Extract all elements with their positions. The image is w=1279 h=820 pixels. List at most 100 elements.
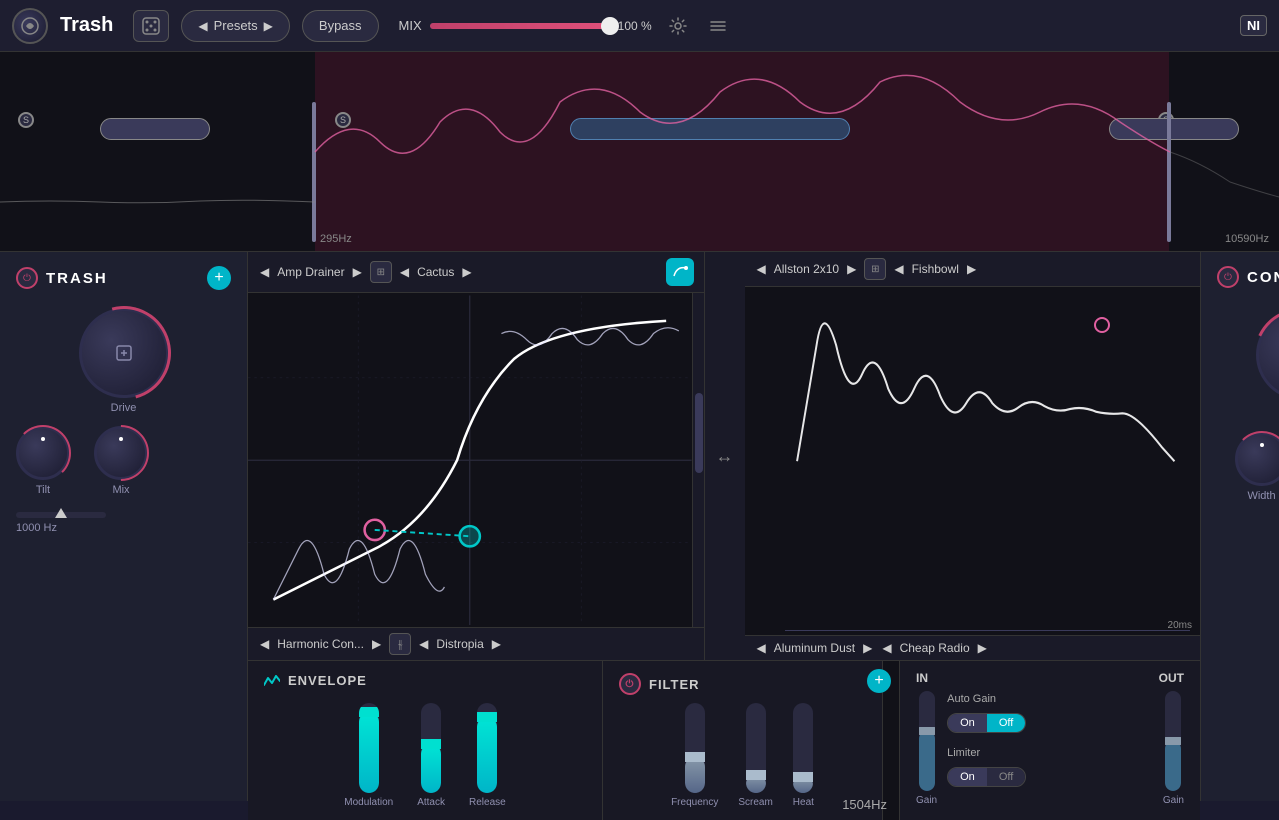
filter-title: FILTER: [649, 677, 700, 692]
envelope-icon: [264, 675, 280, 687]
in-label: IN: [916, 671, 928, 685]
filter-power-btn[interactable]: ⏻: [619, 673, 641, 695]
convolve-section: ⏻ CONVOLVE Mix Width: [1200, 252, 1279, 801]
link-icon[interactable]: ↔: [716, 446, 734, 467]
out-label: OUT: [1159, 671, 1184, 685]
presets-label: Presets: [214, 18, 258, 33]
dist-left-grid-btn[interactable]: ⊞: [370, 261, 392, 283]
convolve-width-label: Width: [1247, 490, 1275, 502]
ir-preset-next[interactable]: ▶: [965, 262, 978, 276]
dist-footer-preset-prev[interactable]: ◀: [417, 637, 430, 651]
auto-gain-on[interactable]: On: [948, 714, 987, 732]
ir-header: ◀ Allston 2x10 ▶ ⊞ ◀ Fishbowl ▶: [745, 252, 1201, 287]
ni-badge: NI: [1240, 15, 1267, 36]
auto-gain-toggle-row: On Off: [947, 713, 1153, 733]
ir-footer-preset-next[interactable]: ▶: [976, 641, 989, 655]
drive-knob[interactable]: [79, 308, 169, 398]
dist-left-type-next[interactable]: ▶: [351, 265, 364, 279]
out-gain-slider[interactable]: [1165, 691, 1181, 791]
filter-sliders: Frequency Scream: [619, 703, 866, 808]
settings-icon[interactable]: [664, 12, 692, 40]
release-slider-container: Release: [469, 703, 506, 808]
scream-slider[interactable]: [746, 703, 766, 793]
mix-pct: 100 %: [618, 19, 652, 33]
ir-footer-label: Aluminum Dust: [774, 641, 855, 655]
frequency-slider[interactable]: [685, 703, 705, 793]
ir-canvas: 20ms: [745, 287, 1201, 635]
envelope-header: ENVELOPE: [264, 673, 586, 688]
in-gain-slider[interactable]: [919, 691, 935, 791]
mix-knob[interactable]: [94, 426, 148, 480]
curve-icon-btn[interactable]: [666, 258, 694, 286]
ir-control-pink[interactable]: [1094, 317, 1110, 333]
dist-footer-left-next[interactable]: ▶: [370, 637, 383, 651]
dist-ir-row: ◀ Amp Drainer ▶ ⊞ ◀ Cactus ▶: [248, 252, 1200, 660]
dist-left-type: Amp Drainer: [277, 265, 344, 279]
convolve-width-knob[interactable]: [1235, 432, 1279, 486]
ir-time-axis: [785, 630, 1191, 631]
auto-gain-label: Auto Gain: [947, 693, 1153, 705]
presets-next[interactable]: ▶: [262, 19, 275, 33]
limiter-toggle-row: On Off: [947, 767, 1153, 787]
heat-slider[interactable]: [793, 703, 813, 793]
distortion-left: ◀ Amp Drainer ▶ ⊞ ◀ Cactus ▶: [248, 252, 705, 660]
ir-grid-btn[interactable]: ⊞: [864, 258, 886, 280]
attack-slider[interactable]: [421, 703, 441, 793]
dist-footer-preset-next[interactable]: ▶: [490, 637, 503, 651]
modulation-slider-container: Modulation: [344, 703, 393, 808]
trash-power-btn[interactable]: ⏻: [16, 267, 38, 289]
auto-gain-off[interactable]: Off: [987, 714, 1025, 732]
dist-footer-eq-btn[interactable]: ⫳: [389, 633, 411, 655]
auto-gain-box: Auto Gain On Off Limiter On Off: [947, 691, 1153, 787]
limiter-off[interactable]: Off: [987, 768, 1025, 786]
dice-button[interactable]: [133, 10, 169, 42]
drive-label: Drive: [111, 402, 137, 414]
release-label: Release: [469, 797, 506, 808]
release-slider[interactable]: [477, 703, 497, 793]
convolve-small-knobs: Width Stereoize: [1217, 432, 1279, 502]
modulation-slider[interactable]: [359, 703, 379, 793]
envelope-title: ENVELOPE: [288, 673, 367, 688]
dist-left-scrollbar[interactable]: [692, 293, 704, 627]
ir-type-next[interactable]: ▶: [845, 262, 858, 276]
convolve-power-btn[interactable]: ⏻: [1217, 266, 1239, 288]
in-gain-area: Gain: [916, 691, 937, 806]
center-area: ◀ Amp Drainer ▶ ⊞ ◀ Cactus ▶: [248, 252, 1200, 801]
dist-footer-left-prev[interactable]: ◀: [258, 637, 271, 651]
convolve-mix-knob[interactable]: [1256, 310, 1279, 400]
ir-time-label: 20ms: [1168, 620, 1192, 631]
bypass-button[interactable]: Bypass: [302, 10, 379, 42]
dist-left-preset-next[interactable]: ▶: [460, 265, 473, 279]
tilt-knob[interactable]: [16, 426, 70, 480]
ir-footer-label-prev[interactable]: ◀: [755, 641, 768, 655]
trash-add-btn[interactable]: +: [207, 266, 231, 290]
main-content: ⏻ TRASH + Drive: [0, 252, 1279, 801]
ir-footer-label-next[interactable]: ▶: [861, 641, 874, 655]
mix-slider[interactable]: [430, 23, 610, 29]
eq-add-btn[interactable]: +: [867, 669, 891, 693]
presets-prev[interactable]: ◀: [196, 19, 209, 33]
tilt-freq-control: 1000 Hz: [16, 512, 231, 534]
tilt-slider[interactable]: [16, 512, 106, 518]
out-gain-area: Gain: [1163, 691, 1184, 806]
frequency-slider-container: Frequency: [671, 703, 718, 808]
frequency-label: Frequency: [671, 797, 718, 808]
eq-section: + 1504Hz: [883, 661, 900, 820]
in-out-header: IN OUT: [916, 671, 1184, 685]
ir-preset-prev[interactable]: ◀: [892, 262, 905, 276]
ir-box: ◀ Allston 2x10 ▶ ⊞ ◀ Fishbowl ▶: [745, 252, 1201, 660]
mix-label-knob: Mix: [112, 484, 129, 496]
dist-left-preset-prev[interactable]: ◀: [398, 265, 411, 279]
limiter-on[interactable]: On: [948, 768, 987, 786]
more-icon[interactable]: [704, 12, 732, 40]
tilt-freq-label: 1000 Hz: [16, 522, 57, 534]
in-out-section: IN OUT Gain Auto Gain: [900, 661, 1200, 820]
presets-area: ◀ Presets ▶: [181, 10, 290, 42]
tilt-label: Tilt: [36, 484, 50, 496]
ir-type-prev[interactable]: ◀: [755, 262, 768, 276]
dist-footer-left-label: Harmonic Con...: [277, 637, 364, 651]
heat-slider-container: Heat: [793, 703, 814, 808]
ir-footer-preset-prev[interactable]: ◀: [880, 641, 893, 655]
convolve-width-knob-container: Width: [1235, 432, 1279, 502]
dist-left-type-prev[interactable]: ◀: [258, 265, 271, 279]
